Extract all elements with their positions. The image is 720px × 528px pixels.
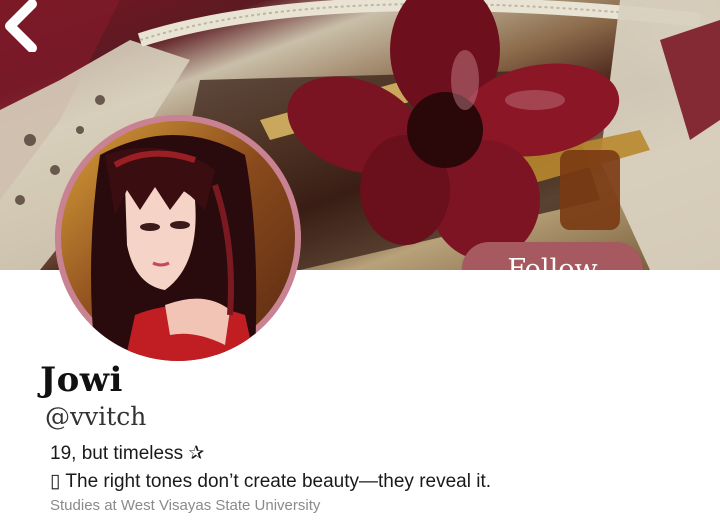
profile-handle: @vvitch	[45, 402, 147, 431]
profile-avatar[interactable]	[55, 115, 301, 361]
bio-line-2: ▯ The right tones don’t create beauty—th…	[50, 471, 492, 492]
education-info: Studies at West Visayas State University	[50, 497, 321, 514]
profile-name: Jowi	[40, 360, 123, 400]
avatar-illustration	[55, 115, 301, 361]
back-chevron-icon[interactable]	[0, 0, 42, 52]
follow-button[interactable]: Follow	[462, 242, 643, 270]
bio-line-1: 19, but timeless ✰	[50, 443, 205, 464]
